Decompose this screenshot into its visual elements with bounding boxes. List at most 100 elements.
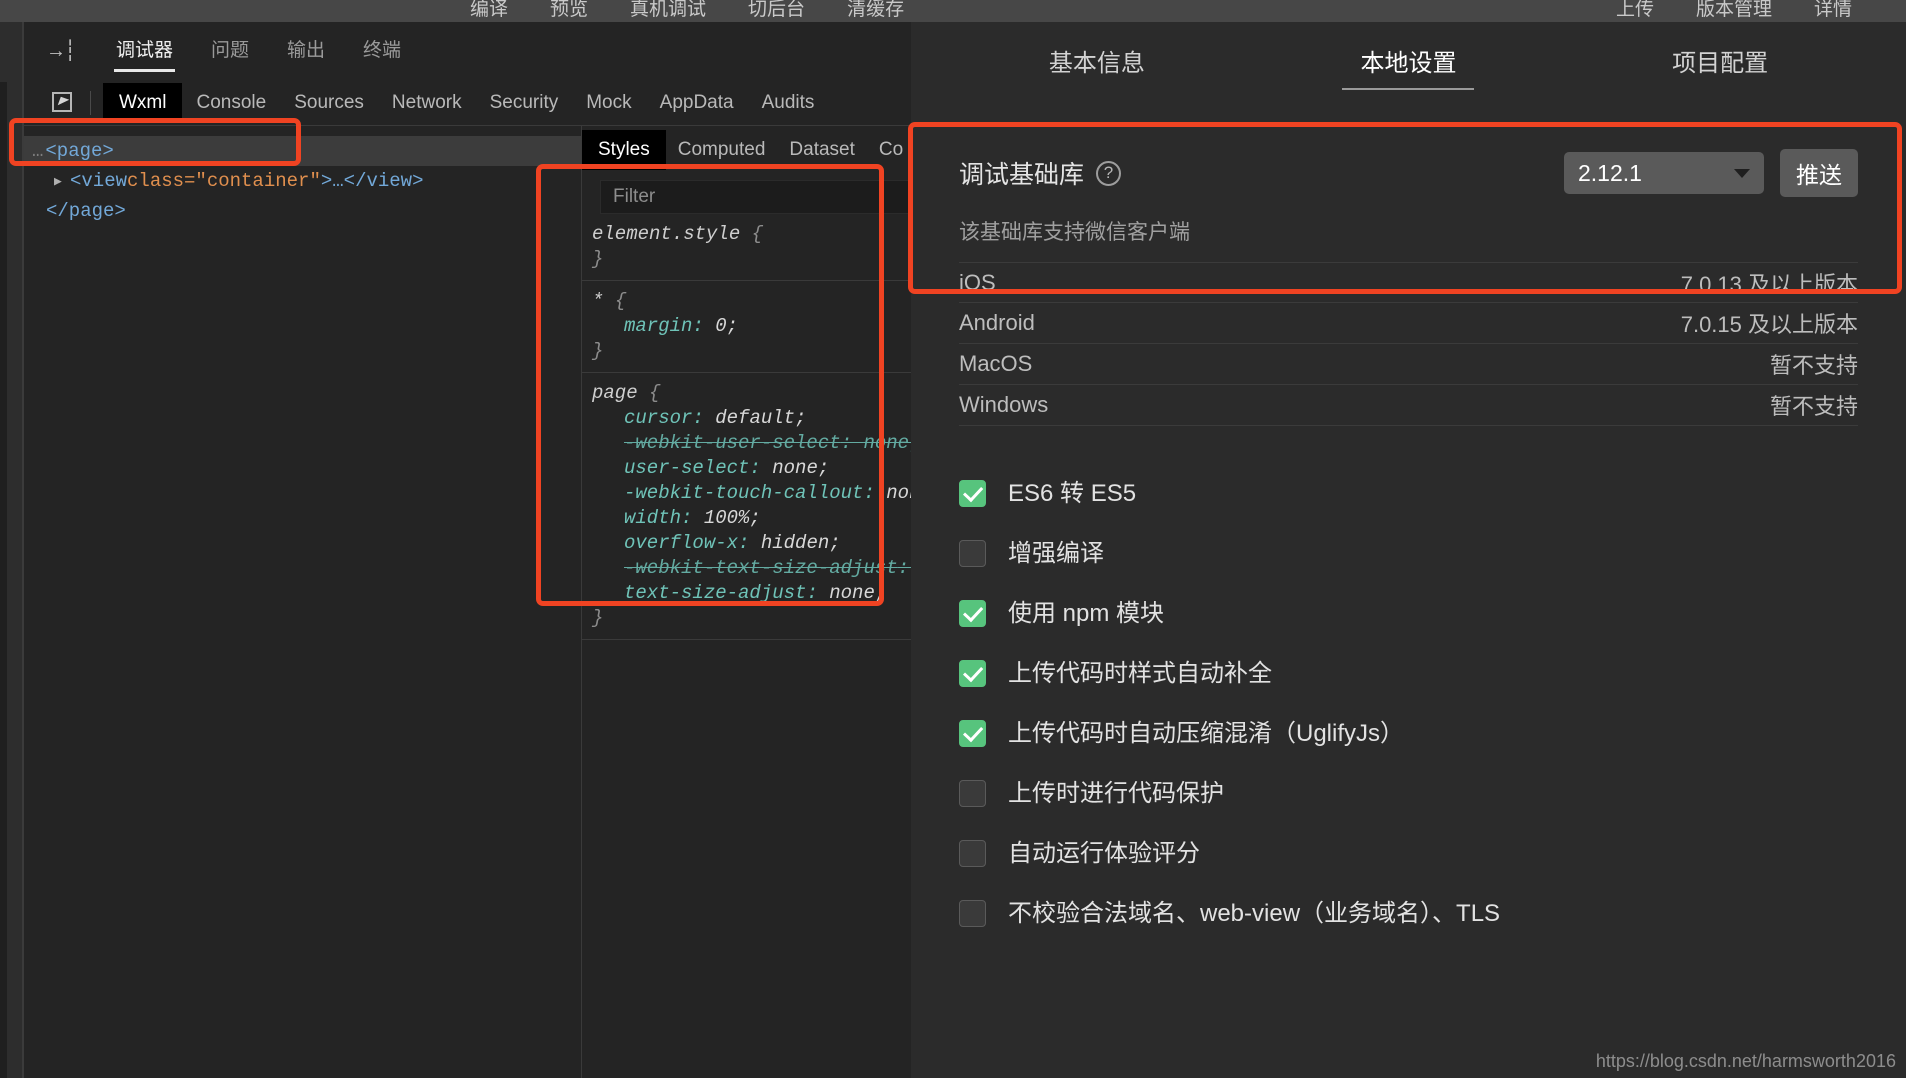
css-val-overflow-x[interactable]: hidden; [761,532,841,554]
settings-content: 调试基础库 ? 2.12.1 推送 该基础库支持微信客户端 iOS 7.0.13… [911,110,1906,944]
css-prop-webkit-user-select[interactable]: -webkit-user-select [624,432,841,454]
styles-filter-input[interactable]: Filter [600,180,925,214]
tab-project-config[interactable]: 项目配置 [1654,33,1786,100]
tab-audits[interactable]: Audits [748,86,829,120]
cursor-select-icon[interactable] [48,89,78,117]
tab-console[interactable]: Console [182,86,280,120]
css-prop-overflow-x[interactable]: overflow-x [624,532,738,554]
watermark-url: https://blog.csdn.net/harmsworth2016 [1595,1051,1896,1071]
css-val-user-select[interactable]: none; [772,457,829,479]
css-selector-element-style: element.style [592,223,741,245]
checkbox-label-auto-audit: 自动运行体验评分 [1008,840,1200,867]
menu-item-real-device[interactable]: 真机调试 [630,0,706,21]
tab-network[interactable]: Network [378,86,476,120]
checkbox-auto-audit[interactable] [959,840,986,867]
tab-local-settings[interactable]: 本地设置 [1342,33,1475,100]
checkbox-use-npm[interactable] [959,600,986,627]
css-rule-element-style[interactable]: element.style { } [582,214,935,281]
panel-tab-debugger[interactable]: 调试器 [114,29,176,72]
tab-security[interactable]: Security [476,86,573,120]
css-val-text-size-adjust[interactable]: none; [829,582,886,604]
top-menu-left-group: 编译 预览 真机调试 切后台 清缓存 [470,0,904,21]
list-item[interactable]: 自动运行体验评分 [959,824,1858,884]
tab-co[interactable]: Co [867,133,915,167]
checkbox-label-use-npm: 使用 npm 模块 [1008,600,1165,627]
checkbox-skip-domain-check[interactable] [959,900,986,927]
collapse-panel-icon[interactable]: →┆ [46,38,76,62]
table-row: iOS 7.0.13 及以上版本 [959,262,1858,303]
styles-filter-placeholder: Filter [613,186,656,207]
css-selector-universal: * [592,290,604,312]
css-val-width[interactable]: 100%; [704,507,761,529]
platform-value-android: 7.0.15 及以上版本 [1680,312,1858,337]
panel-tab-terminal-label: 终端 [363,39,402,61]
debug-library-label-group: 调试基础库 ? [959,155,1122,191]
tab-styles[interactable]: Styles [582,130,666,170]
checkbox-label-es6-to-es5: ES6 转 ES5 [1008,480,1137,507]
dom-tag-page: <page> [45,140,114,162]
css-prop-margin[interactable]: margin [624,315,692,337]
css-val-margin[interactable]: 0; [715,315,738,337]
tab-appdata[interactable]: AppData [646,86,748,120]
question-mark-icon[interactable]: ? [1096,160,1122,186]
menu-item-clear-cache[interactable]: 清缓存 [847,0,904,21]
settings-pane: 基本信息 本地设置 项目配置 调试基础库 ? 2.12.1 推送 该基础库支持微… [911,22,1906,1078]
checkbox-autoprefix-style[interactable] [959,660,986,687]
css-close-brace: } [592,607,604,629]
tab-mock[interactable]: Mock [572,86,645,120]
tab-wxml[interactable]: Wxml [103,82,183,123]
checkbox-uglifyjs[interactable] [959,720,986,747]
checkbox-label-enhanced-compile: 增强编译 [1008,540,1104,567]
panel-tab-debugger-label: 调试器 [116,39,174,61]
table-row: MacOS 暂不支持 [959,344,1858,385]
css-val-cursor[interactable]: default; [715,407,806,429]
checkbox-label-skip-domain-check: 不校验合法域名、web-view（业务域名）、TLS [1008,900,1501,927]
tab-sources[interactable]: Sources [280,86,378,120]
panel-tab-terminal[interactable]: 终端 [361,29,403,72]
platform-support-table: iOS 7.0.13 及以上版本 Android 7.0.15 及以上版本 Ma… [959,262,1858,426]
css-prop-cursor[interactable]: cursor [624,407,692,429]
push-button[interactable]: 推送 [1780,149,1858,197]
menu-item-compile[interactable]: 编译 [470,0,508,21]
menu-item-background[interactable]: 切后台 [748,0,805,21]
dom-tag-page-end: </page> [46,200,126,222]
menu-item-version[interactable]: 版本管理 [1696,0,1772,21]
panel-tab-issues[interactable]: 问题 [209,29,251,72]
expand-arrow-icon[interactable]: ▶ [54,174,70,189]
css-close-brace: } [592,248,604,270]
library-version-select[interactable]: 2.12.1 [1564,152,1764,194]
css-prop-webkit-text-size-adjust[interactable]: -webkit-text-size-adjust [624,557,898,579]
css-prop-text-size-adjust[interactable]: text-size-adjust [624,582,806,604]
checkbox-label-autoprefix-style: 上传代码时样式自动补全 [1008,660,1272,687]
rail-scrollbar[interactable] [0,82,7,1078]
css-prop-user-select[interactable]: user-select [624,457,749,479]
tab-dataset[interactable]: Dataset [777,133,866,167]
list-item[interactable]: 不校验合法域名、web-view（业务域名）、TLS [959,884,1858,944]
checkbox-enhanced-compile[interactable] [959,540,986,567]
checkbox-es6-to-es5[interactable] [959,480,986,507]
top-menu-bar: 编译 预览 真机调试 切后台 清缓存 上传 版本管理 详情 [0,0,1906,22]
list-item[interactable]: ES6 转 ES5 [959,464,1858,524]
css-open-brace: { [649,382,661,404]
styles-tab-bar: Styles Computed Dataset Co [582,126,935,174]
panel-tab-issues-label: 问题 [211,39,250,61]
list-item[interactable]: 使用 npm 模块 [959,584,1858,644]
dom-ellipsis: … [32,140,44,162]
list-item[interactable]: 上传代码时样式自动补全 [959,644,1858,704]
tab-computed[interactable]: Computed [666,133,778,167]
menu-item-details[interactable]: 详情 [1814,0,1852,21]
css-rule-page[interactable]: page { cursor: default; -webkit-user-sel… [582,373,935,640]
list-item[interactable]: 上传代码时自动压缩混淆（UglifyJs） [959,704,1858,764]
panel-tab-output[interactable]: 输出 [285,29,327,72]
menu-item-preview[interactable]: 预览 [550,0,588,21]
tab-basic-info[interactable]: 基本信息 [1031,33,1163,100]
css-prop-webkit-touch-callout[interactable]: -webkit-touch-callout [624,482,863,504]
css-rule-universal[interactable]: * { margin: 0; } [582,281,935,373]
left-rail [0,22,22,1078]
list-item[interactable]: 上传时进行代码保护 [959,764,1858,824]
local-settings-checkbox-list: ES6 转 ES5 增强编译 使用 npm 模块 上传代码时样式自动补全 上传代… [959,464,1858,944]
checkbox-code-protect[interactable] [959,780,986,807]
css-prop-width[interactable]: width [624,507,681,529]
list-item[interactable]: 增强编译 [959,524,1858,584]
menu-item-upload[interactable]: 上传 [1616,0,1654,21]
